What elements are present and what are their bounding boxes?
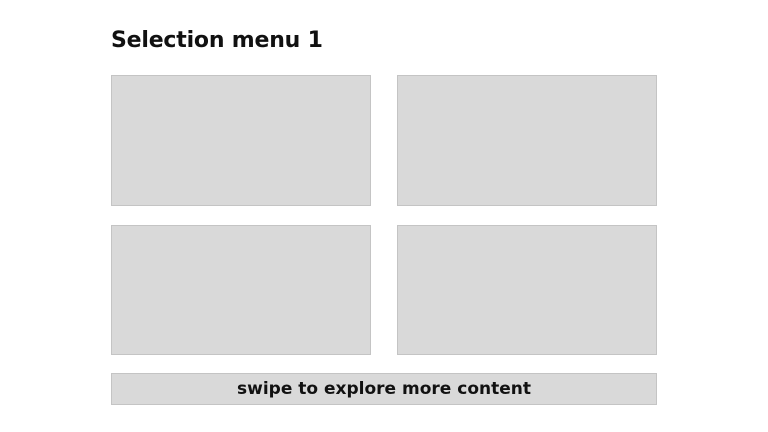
selection-tile-2[interactable] [397,75,657,206]
page-title: Selection menu 1 [111,28,323,53]
swipe-hint-bar[interactable]: swipe to explore more content [111,373,657,405]
selection-tile-1[interactable] [111,75,371,206]
swipe-hint-label: swipe to explore more content [237,379,531,399]
selection-tile-3[interactable] [111,225,371,355]
selection-tile-4[interactable] [397,225,657,355]
